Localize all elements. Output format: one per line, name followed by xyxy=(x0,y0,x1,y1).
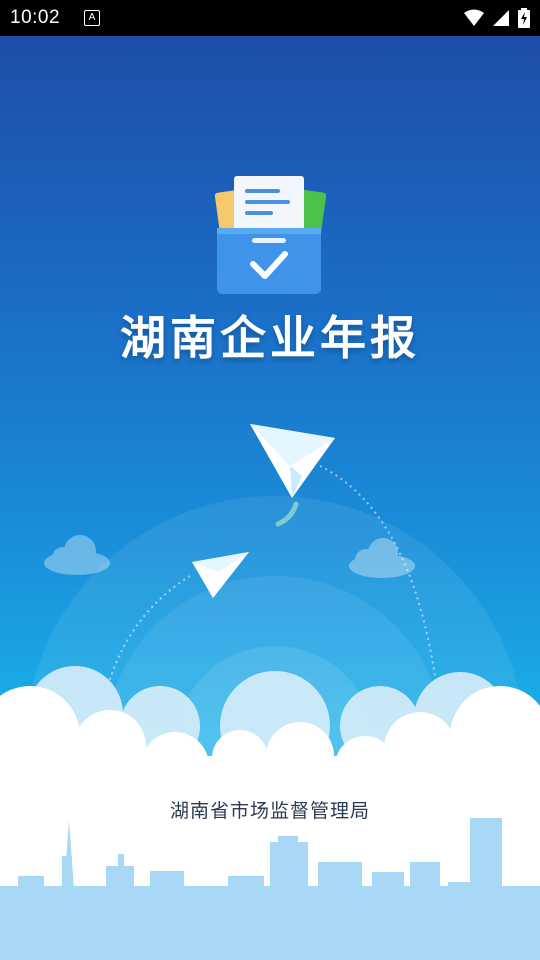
status-icons xyxy=(464,8,530,28)
app-notification-icon: A xyxy=(84,10,100,26)
paper-plane-large-icon xyxy=(250,424,335,498)
battery-charging-icon xyxy=(518,8,530,28)
status-bar: 10:02 A xyxy=(0,0,540,36)
status-time: 10:02 xyxy=(10,7,61,28)
app-title: 湖南企业年报 xyxy=(120,311,420,365)
splash-content: 湖南企业年报 湖南省市场监督管理局 xyxy=(0,36,540,960)
splash-screen: 10:02 A 湖南企业年报 湖南省市场监督管理局 xyxy=(0,0,540,960)
cellular-signal-icon xyxy=(493,10,509,26)
annual-report-logo-icon xyxy=(214,176,327,294)
organization-name: 湖南省市场监督管理局 xyxy=(169,800,370,822)
wifi-icon xyxy=(464,9,484,26)
cloud-left-icon xyxy=(44,535,110,575)
